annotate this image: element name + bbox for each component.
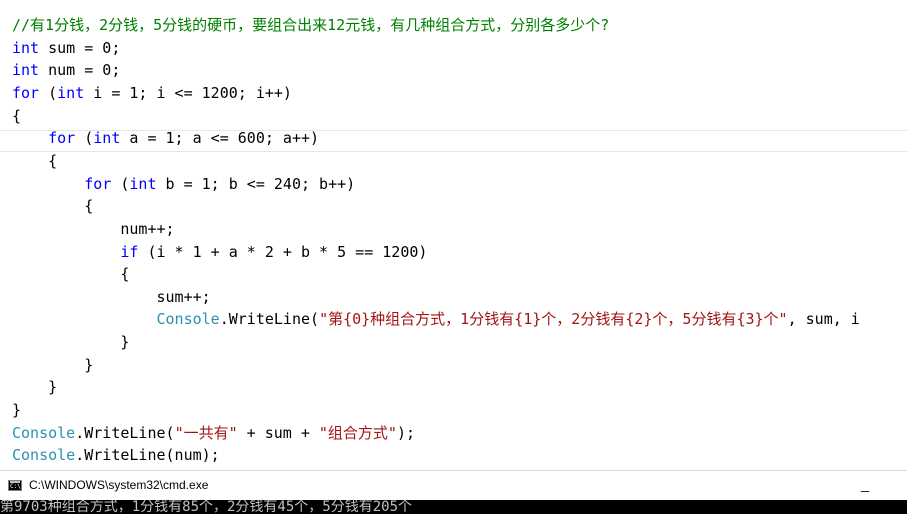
code-line: Console.WriteLine("一共有" + sum + "组合方式");: [12, 422, 415, 444]
code-token-text: (: [111, 175, 130, 193]
code-line: {: [12, 195, 93, 217]
code-token-keyword: for: [84, 175, 112, 193]
code-token-text: i = 1; i <= 1200; i++): [84, 84, 292, 102]
cmd-title-bar[interactable]: C:\ C:\WINDOWS\system32\cmd.exe _: [0, 470, 907, 500]
code-line: {: [12, 150, 57, 172]
code-token-text: {: [12, 152, 58, 170]
code-token-text: );: [396, 424, 416, 442]
code-line: //有1分钱，2分钱，5分钱的硬币，要组合出来12元钱，有几种组合方式，分别各多…: [12, 14, 609, 36]
code-token-text: + sum +: [237, 424, 319, 442]
code-token-text: sum = 0;: [39, 39, 121, 57]
console-output-line: 第9703种组合方式，1分钱有85个，2分钱有45个，5分钱有205个: [0, 500, 413, 514]
code-token-type: Console: [12, 446, 76, 464]
code-token-keyword: int: [129, 175, 157, 193]
code-token-text: num++;: [12, 220, 175, 238]
code-token-text: , sum, i: [787, 310, 860, 328]
code-line: num++;: [12, 218, 175, 240]
code-token-text: num = 0;: [39, 61, 121, 79]
code-token-text: .WriteLine(num);: [75, 446, 220, 464]
code-token-text: }: [12, 378, 58, 396]
code-line: {: [12, 105, 21, 127]
code-line: Console.WriteLine(num);: [12, 444, 220, 466]
code-line: sum++;: [12, 286, 211, 308]
code-token-keyword: for: [12, 84, 40, 102]
code-line: {: [12, 263, 129, 285]
code-line: int sum = 0;: [12, 37, 120, 59]
code-line: }: [12, 376, 57, 398]
code-line: for (int a = 1; a <= 600; a++): [12, 127, 319, 149]
code-token-text: }: [12, 356, 94, 374]
cmd-console-area[interactable]: 第9703种组合方式，1分钱有85个，2分钱有45个，5分钱有205个: [0, 500, 907, 514]
code-token-comment: //有1分钱，2分钱，5分钱的硬币，要组合出来12元钱，有几种组合方式，分别各多…: [12, 16, 610, 34]
minimize-button[interactable]: _: [845, 471, 885, 500]
code-token-keyword: if: [120, 243, 139, 261]
code-token-text: a = 1; a <= 600; a++): [120, 129, 320, 147]
code-line: int num = 0;: [12, 59, 120, 81]
code-token-text: (: [39, 84, 58, 102]
code-token-text: {: [12, 265, 130, 283]
code-token-text: {: [12, 107, 22, 125]
code-line: }: [12, 399, 21, 421]
console-app-icon: C:\: [8, 480, 22, 491]
code-line: Console.WriteLine("第{0}种组合方式，1分钱有{1}个，2分…: [12, 308, 860, 330]
code-token-text: (: [75, 129, 94, 147]
code-token-keyword: for: [48, 129, 76, 147]
code-token-text: }: [12, 333, 130, 351]
code-token-text: }: [12, 401, 22, 419]
code-editor[interactable]: //有1分钱，2分钱，5分钱的硬币，要组合出来12元钱，有几种组合方式，分别各多…: [0, 0, 907, 470]
code-token-type: Console: [156, 310, 220, 328]
code-token-keyword: int: [57, 84, 85, 102]
code-line: for (int b = 1; b <= 240; b++): [12, 173, 355, 195]
cmd-window-title: C:\WINDOWS\system32\cmd.exe: [29, 478, 209, 492]
code-token-string: "一共有": [174, 424, 238, 442]
code-token-text: b = 1; b <= 240; b++): [156, 175, 356, 193]
code-token-text: (i * 1 + a * 2 + b * 5 == 1200): [138, 243, 428, 261]
code-token-string: "第{0}种组合方式，1分钱有{1}个，2分钱有{2}个，5分钱有{3}个": [319, 310, 788, 328]
code-token-text: .WriteLine(: [75, 424, 175, 442]
code-token-keyword: int: [93, 129, 121, 147]
code-line: for (int i = 1; i <= 1200; i++): [12, 82, 292, 104]
code-line: }: [12, 354, 93, 376]
code-token-text: sum++;: [12, 288, 211, 306]
code-token-type: Console: [12, 424, 76, 442]
code-token-text: {: [12, 197, 94, 215]
code-token-keyword: int: [12, 39, 40, 57]
code-line: if (i * 1 + a * 2 + b * 5 == 1200): [12, 241, 427, 263]
code-token-text: .WriteLine(: [219, 310, 320, 328]
code-token-keyword: int: [12, 61, 40, 79]
code-line: }: [12, 331, 129, 353]
code-token-string: "组合方式": [318, 424, 397, 442]
